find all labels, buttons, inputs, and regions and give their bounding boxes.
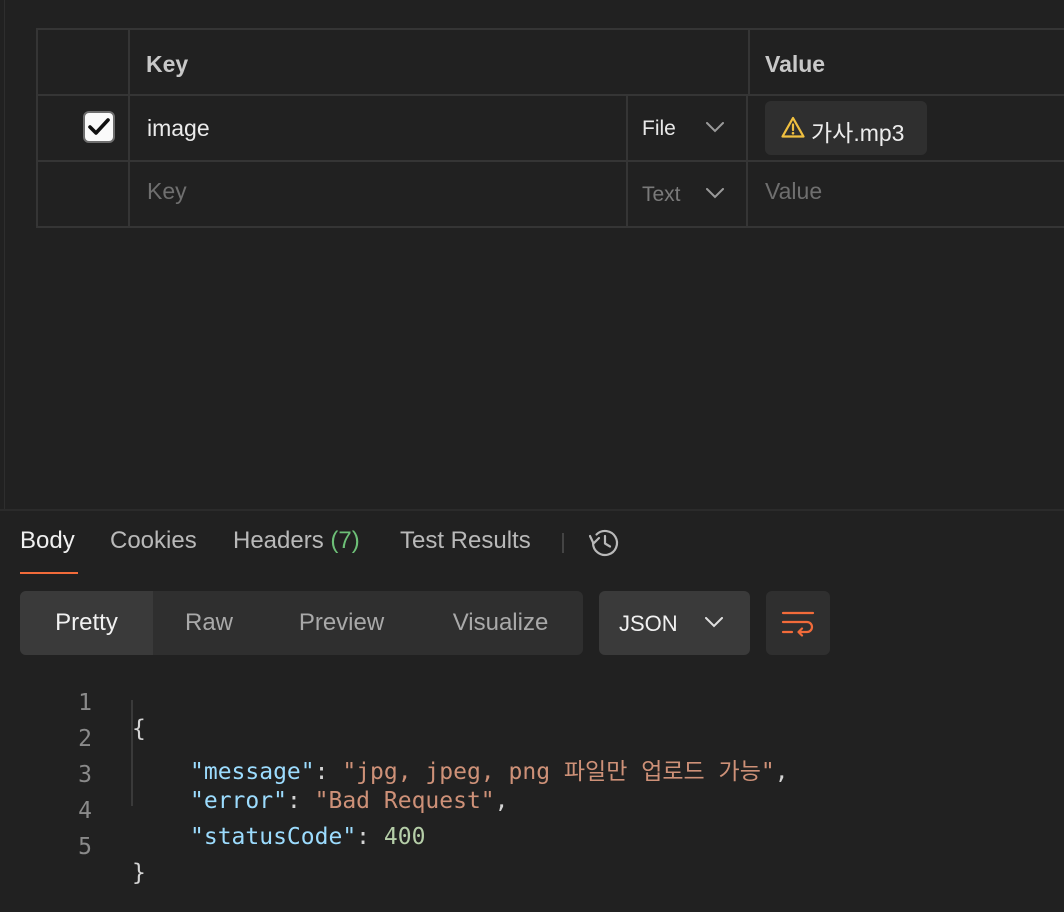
code-line: 3 "error": "Bad Request", bbox=[0, 736, 508, 814]
json-number: 400 bbox=[383, 824, 426, 850]
key-column-header: Key bbox=[146, 51, 189, 77]
tab-separator bbox=[562, 533, 564, 553]
line-number: 3 bbox=[78, 762, 92, 788]
pane-divider[interactable] bbox=[0, 509, 1064, 511]
code-text: "message": "jpg, jpeg, png 파일만 업로드 가능", bbox=[190, 759, 789, 785]
table-header-row: Key Value bbox=[36, 28, 1064, 96]
json-string: "Bad Request" bbox=[314, 788, 495, 814]
warning-icon bbox=[781, 116, 805, 138]
tab-test-results[interactable]: Test Results bbox=[400, 527, 531, 555]
checkmark-icon bbox=[88, 118, 110, 135]
view-mode-group: Pretty Raw Preview Visualize bbox=[20, 591, 583, 655]
new-type-select[interactable]: Text bbox=[626, 162, 748, 226]
wrap-lines-icon bbox=[781, 611, 815, 637]
json-key: "error" bbox=[190, 788, 287, 814]
json-string: "jpg, jpeg, png 파일만 업로드 가능" bbox=[342, 759, 775, 785]
empty-check-cell bbox=[38, 162, 130, 226]
code-text: "statusCode": 400 bbox=[190, 824, 426, 850]
file-chip[interactable]: 가사.mp3 bbox=[765, 101, 927, 155]
row-check-cell bbox=[38, 96, 130, 160]
line-number: 1 bbox=[78, 690, 92, 716]
form-data-table: Key Value image File 가사.mp3 Key Text Val… bbox=[36, 28, 1064, 228]
json-key: "message" bbox=[190, 759, 315, 785]
tab-headers-label: Headers bbox=[233, 527, 324, 554]
json-key: "statusCode" bbox=[190, 824, 357, 850]
view-pretty-button[interactable]: Pretty bbox=[20, 591, 153, 655]
table-row-empty: Key Text Value bbox=[36, 162, 1064, 228]
code-text: "error": "Bad Request", bbox=[190, 788, 509, 814]
row-enabled-checkbox[interactable] bbox=[83, 111, 115, 143]
code-line: 1 { bbox=[0, 664, 146, 742]
history-icon[interactable] bbox=[587, 527, 621, 559]
row-key-text: image bbox=[147, 115, 210, 141]
header-value-cell: Value bbox=[748, 30, 1064, 94]
tab-cookies[interactable]: Cookies bbox=[110, 527, 197, 555]
row-type-label: File bbox=[642, 117, 676, 140]
chevron-down-icon bbox=[706, 122, 724, 133]
chevron-down-icon bbox=[705, 617, 723, 628]
row-value-cell: 가사.mp3 bbox=[748, 96, 1064, 160]
view-raw-button[interactable]: Raw bbox=[153, 591, 265, 655]
new-type-label: Text bbox=[642, 183, 681, 206]
tab-headers[interactable]: Headers (7) bbox=[233, 527, 360, 555]
table-row: image File 가사.mp3 bbox=[36, 96, 1064, 162]
active-tab-indicator bbox=[20, 572, 78, 574]
line-number: 2 bbox=[78, 726, 92, 752]
code-line: 4 "statusCode": 400 bbox=[0, 772, 425, 850]
header-check-cell bbox=[38, 30, 130, 94]
row-key-cell[interactable]: image bbox=[128, 96, 628, 160]
new-value-input[interactable]: Value bbox=[748, 162, 1064, 226]
header-key-cell: Key bbox=[128, 30, 750, 94]
key-placeholder: Key bbox=[147, 178, 187, 204]
value-column-header: Value bbox=[765, 51, 826, 77]
line-number: 5 bbox=[78, 834, 92, 860]
view-preview-button[interactable]: Preview bbox=[265, 591, 418, 655]
value-placeholder: Value bbox=[765, 178, 823, 204]
wrap-lines-button[interactable] bbox=[766, 591, 830, 655]
code-line: 2 "message": "jpg, jpeg, png 파일만 업로드 가능"… bbox=[0, 700, 788, 785]
line-number: 4 bbox=[78, 798, 92, 824]
file-name: 가사.mp3 bbox=[811, 120, 905, 146]
view-visualize-button[interactable]: Visualize bbox=[418, 591, 583, 655]
format-select-label: JSON bbox=[619, 611, 678, 636]
code-close-brace: } bbox=[132, 860, 146, 886]
new-key-input[interactable]: Key bbox=[128, 162, 628, 226]
code-open-brace: { bbox=[132, 716, 146, 742]
panel-edge bbox=[4, 0, 5, 510]
row-type-select[interactable]: File bbox=[626, 96, 748, 160]
headers-count-badge: (7) bbox=[330, 527, 360, 554]
chevron-down-icon bbox=[706, 188, 724, 199]
code-line: 5 } bbox=[0, 808, 146, 886]
format-select[interactable]: JSON bbox=[599, 591, 750, 655]
tab-body[interactable]: Body bbox=[20, 527, 75, 555]
